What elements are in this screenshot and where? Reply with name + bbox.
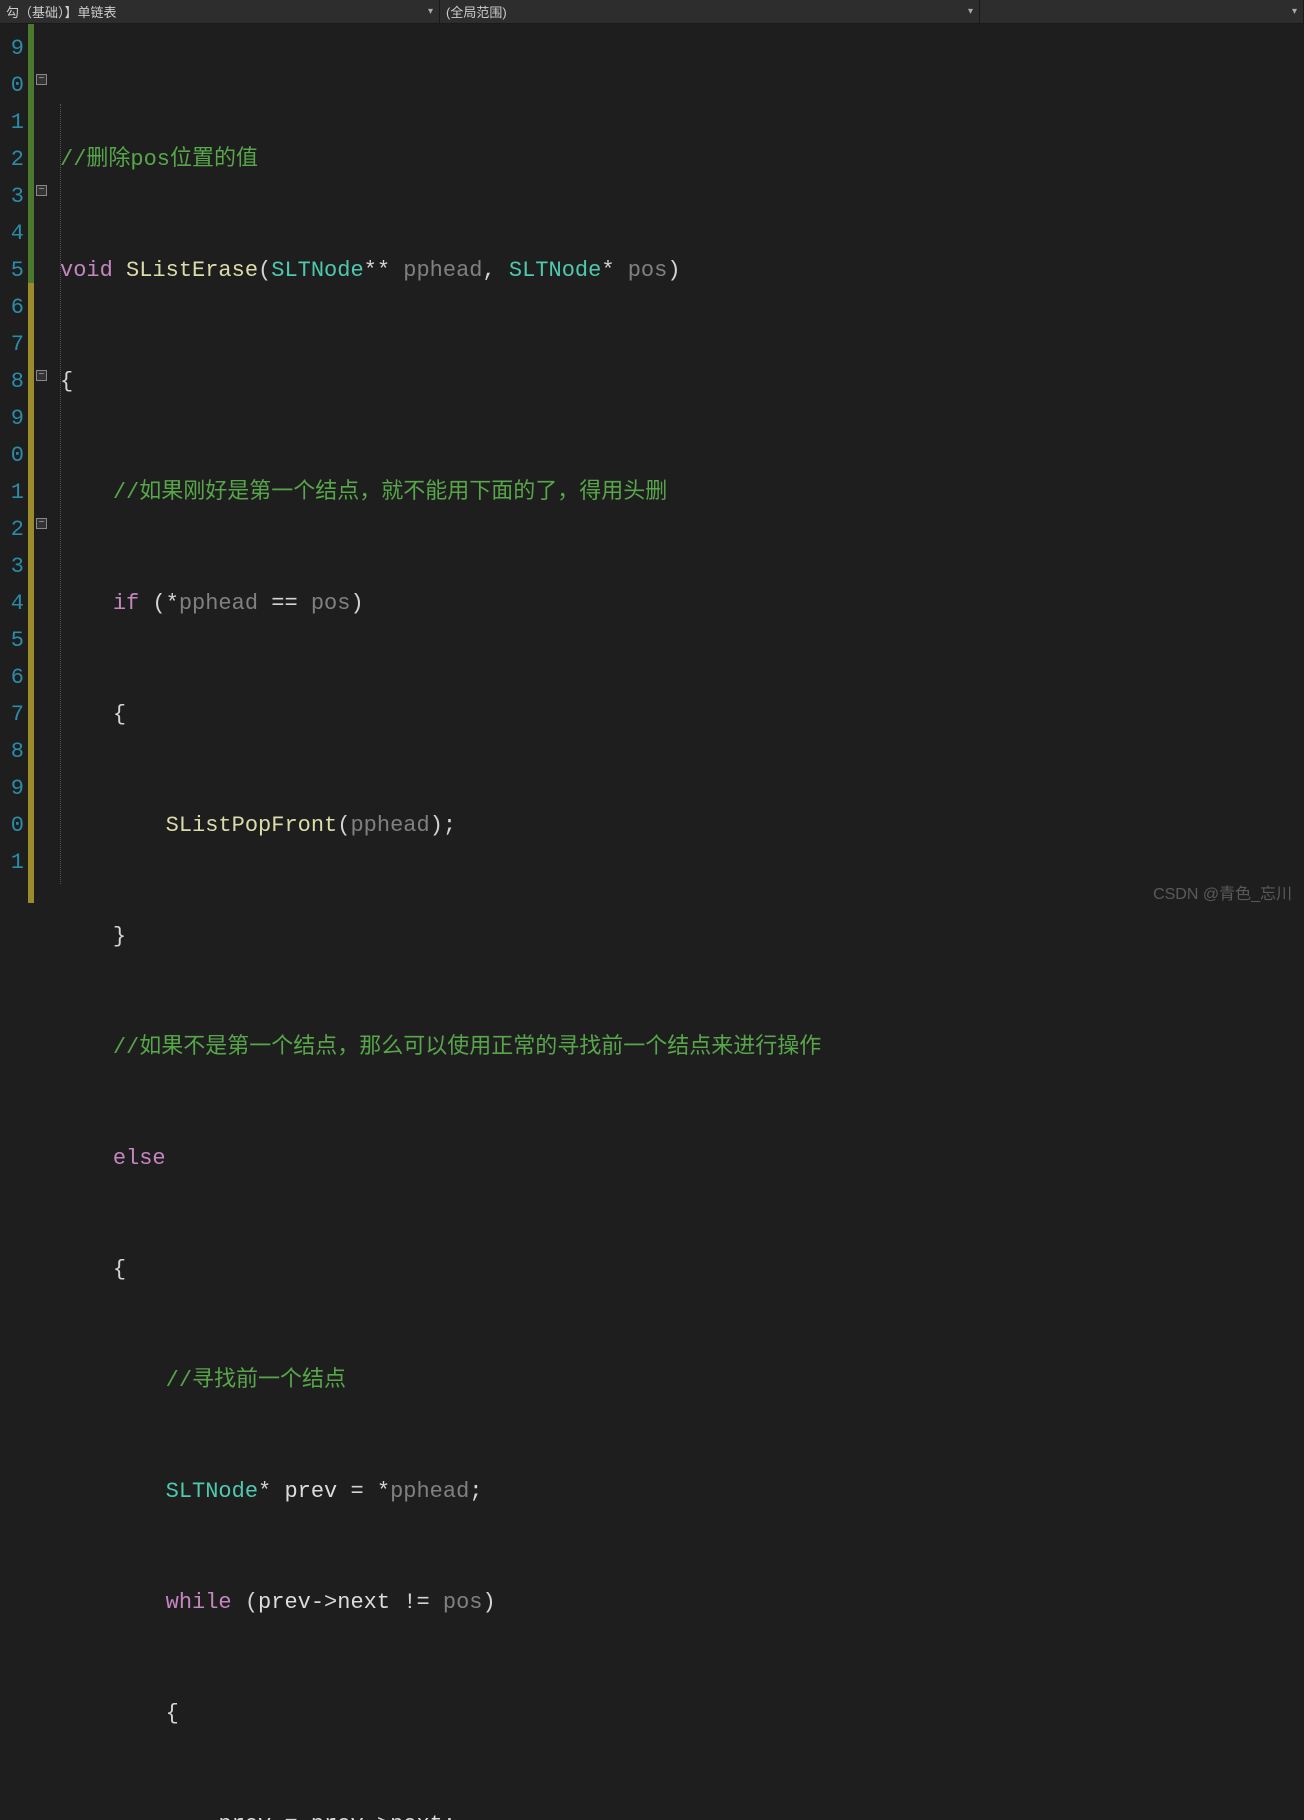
chevron-down-icon: ▾ bbox=[428, 6, 433, 17]
context-dropdown-scope[interactable]: (全局范围) ▾ bbox=[440, 0, 980, 23]
code-line: { bbox=[60, 1695, 1304, 1732]
line-number: 8 bbox=[0, 733, 24, 770]
line-number: 1 bbox=[0, 474, 24, 511]
fold-toggle-icon[interactable]: − bbox=[36, 74, 47, 85]
code-line: { bbox=[60, 1251, 1304, 1288]
line-number: 0 bbox=[0, 807, 24, 844]
line-number: 7 bbox=[0, 326, 24, 363]
line-number: 2 bbox=[0, 511, 24, 548]
line-number: 8 bbox=[0, 363, 24, 400]
code-line: prev = prev->next; bbox=[60, 1806, 1304, 1820]
code-line: if (*pphead == pos) bbox=[60, 585, 1304, 622]
line-number: 5 bbox=[0, 252, 24, 289]
code-editor[interactable]: 9 0 1 2 3 4 5 6 7 8 9 0 1 2 3 4 5 6 7 8 … bbox=[0, 24, 1304, 910]
line-number-gutter: 9 0 1 2 3 4 5 6 7 8 9 0 1 2 3 4 5 6 7 8 … bbox=[0, 24, 28, 910]
code-line: void SListErase(SLTNode** pphead, SLTNod… bbox=[60, 252, 1304, 289]
line-number: 5 bbox=[0, 622, 24, 659]
context-breadcrumb-bar: 勾（基础）】单链表 ▾ (全局范围) ▾ ▾ bbox=[0, 0, 1304, 24]
line-number: 2 bbox=[0, 141, 24, 178]
code-line: //如果不是第一个结点，那么可以使用正常的寻找前一个结点来进行操作 bbox=[60, 1029, 1304, 1066]
line-number: 9 bbox=[0, 400, 24, 437]
code-line: //如果刚好是第一个结点，就不能用下面的了，得用头删 bbox=[60, 474, 1304, 511]
line-number: 4 bbox=[0, 215, 24, 252]
code-area[interactable]: //删除pos位置的值 void SListErase(SLTNode** pp… bbox=[52, 24, 1304, 910]
code-line: //删除pos位置的值 bbox=[60, 141, 1304, 178]
code-line: while (prev->next != pos) bbox=[60, 1584, 1304, 1621]
line-number: 9 bbox=[0, 30, 24, 67]
context-dropdown-scope-label: (全局范围) bbox=[446, 2, 507, 21]
fold-toggle-icon[interactable]: − bbox=[36, 185, 47, 196]
code-line: SListPopFront(pphead); bbox=[60, 807, 1304, 844]
chevron-down-icon: ▾ bbox=[968, 6, 973, 17]
code-line: { bbox=[60, 363, 1304, 400]
brace-guide bbox=[60, 104, 61, 884]
context-dropdown-project[interactable]: 勾（基础）】单链表 ▾ bbox=[0, 0, 440, 23]
line-number: 1 bbox=[0, 104, 24, 141]
context-dropdown-project-label: 勾（基础）】单链表 bbox=[6, 2, 117, 21]
line-number: 4 bbox=[0, 585, 24, 622]
line-number: 9 bbox=[0, 770, 24, 807]
line-number: 6 bbox=[0, 289, 24, 326]
fold-toggle-icon[interactable]: − bbox=[36, 370, 47, 381]
line-number: 6 bbox=[0, 659, 24, 696]
code-line: else bbox=[60, 1140, 1304, 1177]
line-number: 0 bbox=[0, 67, 24, 104]
line-number: 3 bbox=[0, 178, 24, 215]
code-line: //寻找前一个结点 bbox=[60, 1362, 1304, 1399]
line-number: 0 bbox=[0, 437, 24, 474]
fold-toggle-icon[interactable]: − bbox=[36, 518, 47, 529]
line-number: 1 bbox=[0, 844, 24, 881]
context-dropdown-member[interactable]: ▾ bbox=[980, 0, 1304, 23]
code-line: SLTNode* prev = *pphead; bbox=[60, 1473, 1304, 1510]
line-number: 3 bbox=[0, 548, 24, 585]
code-line: { bbox=[60, 696, 1304, 733]
line-number: 7 bbox=[0, 696, 24, 733]
code-line: } bbox=[60, 918, 1304, 955]
fold-gutter: − − − − bbox=[34, 24, 52, 910]
chevron-down-icon: ▾ bbox=[1292, 6, 1297, 17]
